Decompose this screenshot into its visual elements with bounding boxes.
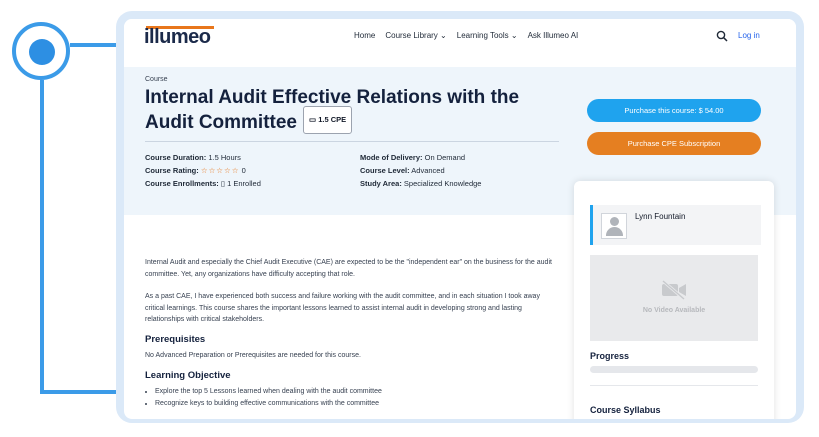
breadcrumb[interactable]: Course (145, 76, 168, 83)
page-title: Internal Audit Effective Relations with … (145, 87, 520, 134)
nav-item-ask-illumeo-ai[interactable]: Ask Illumeo AI (528, 31, 579, 40)
user-icon (610, 217, 619, 226)
mode-of-delivery: Mode of Delivery: On Demand (360, 153, 466, 162)
monitor-icon: ▭ (309, 115, 317, 124)
progress-bar (590, 366, 758, 373)
main-nav: Home Course Library ⌄ Learning Tools ⌄ A… (354, 31, 578, 40)
nav-item-course-library[interactable]: Course Library ⌄ (385, 31, 446, 40)
progress-label: Progress (590, 351, 630, 361)
study-area: Study Area: Specialized Knowledge (360, 179, 482, 188)
course-enrollments: Course Enrollments: ▯ 1 Enrolled (145, 179, 261, 188)
decorative-line (70, 43, 120, 47)
course-level: Course Level: Advanced (360, 166, 445, 175)
decorative-line (40, 390, 120, 394)
login-link[interactable]: Log in (738, 31, 760, 40)
avatar (601, 213, 627, 239)
chevron-down-icon: ⌄ (510, 31, 518, 40)
cpe-badge: ▭ 1.5 CPE (303, 106, 353, 134)
course-page: illumeo Home Course Library ⌄ Learning T… (124, 19, 796, 419)
course-duration: Course Duration: 1.5 Hours (145, 153, 241, 162)
video-off-icon (662, 279, 686, 301)
course-side-card: Lynn Fountain No Video Available Progres… (574, 181, 774, 419)
objectives-list: Explore the top 5 Lessons learned when d… (145, 386, 382, 410)
prerequisites-text: No Advanced Preparation or Prerequisites… (145, 352, 361, 359)
learning-objective-heading: Learning Objective (145, 370, 231, 381)
illumeo-logo[interactable]: illumeo (144, 26, 211, 49)
decorative-dot (29, 39, 55, 65)
prerequisites-heading: Prerequisites (145, 334, 206, 345)
nav-item-learning-tools[interactable]: Learning Tools ⌄ (457, 31, 518, 40)
nav-item-home[interactable]: Home (354, 31, 375, 40)
purchase-subscription-button[interactable]: Purchase CPE Subscription (587, 132, 761, 155)
purchase-course-button[interactable]: Purchase this course: $ 54.00 (587, 99, 761, 122)
list-item: Recognize keys to building effective com… (155, 398, 382, 410)
video-placeholder: No Video Available (590, 255, 758, 341)
search-icon[interactable] (716, 30, 728, 42)
card-divider (590, 385, 758, 386)
site-header: illumeo Home Course Library ⌄ Learning T… (124, 19, 796, 55)
instructor-box[interactable]: Lynn Fountain (590, 205, 761, 245)
course-syllabus-heading[interactable]: Course Syllabus (590, 405, 661, 415)
hero-divider (145, 141, 559, 142)
document-icon: ▯ (220, 179, 225, 188)
course-rating: Course Rating: ☆☆☆☆☆ 0 (145, 166, 246, 175)
no-video-text: No Video Available (642, 307, 706, 314)
chevron-down-icon: ⌄ (440, 31, 447, 40)
description-paragraph: Internal Audit and especially the Chief … (145, 259, 552, 278)
list-item: Explore the top 5 Lessons learned when d… (155, 386, 382, 398)
decorative-line (40, 80, 44, 394)
instructor-name: Lynn Fountain (635, 212, 686, 221)
star-rating-icon: ☆☆☆☆☆ (200, 166, 240, 175)
description-paragraph: As a past CAE, I have experienced both s… (145, 293, 540, 323)
